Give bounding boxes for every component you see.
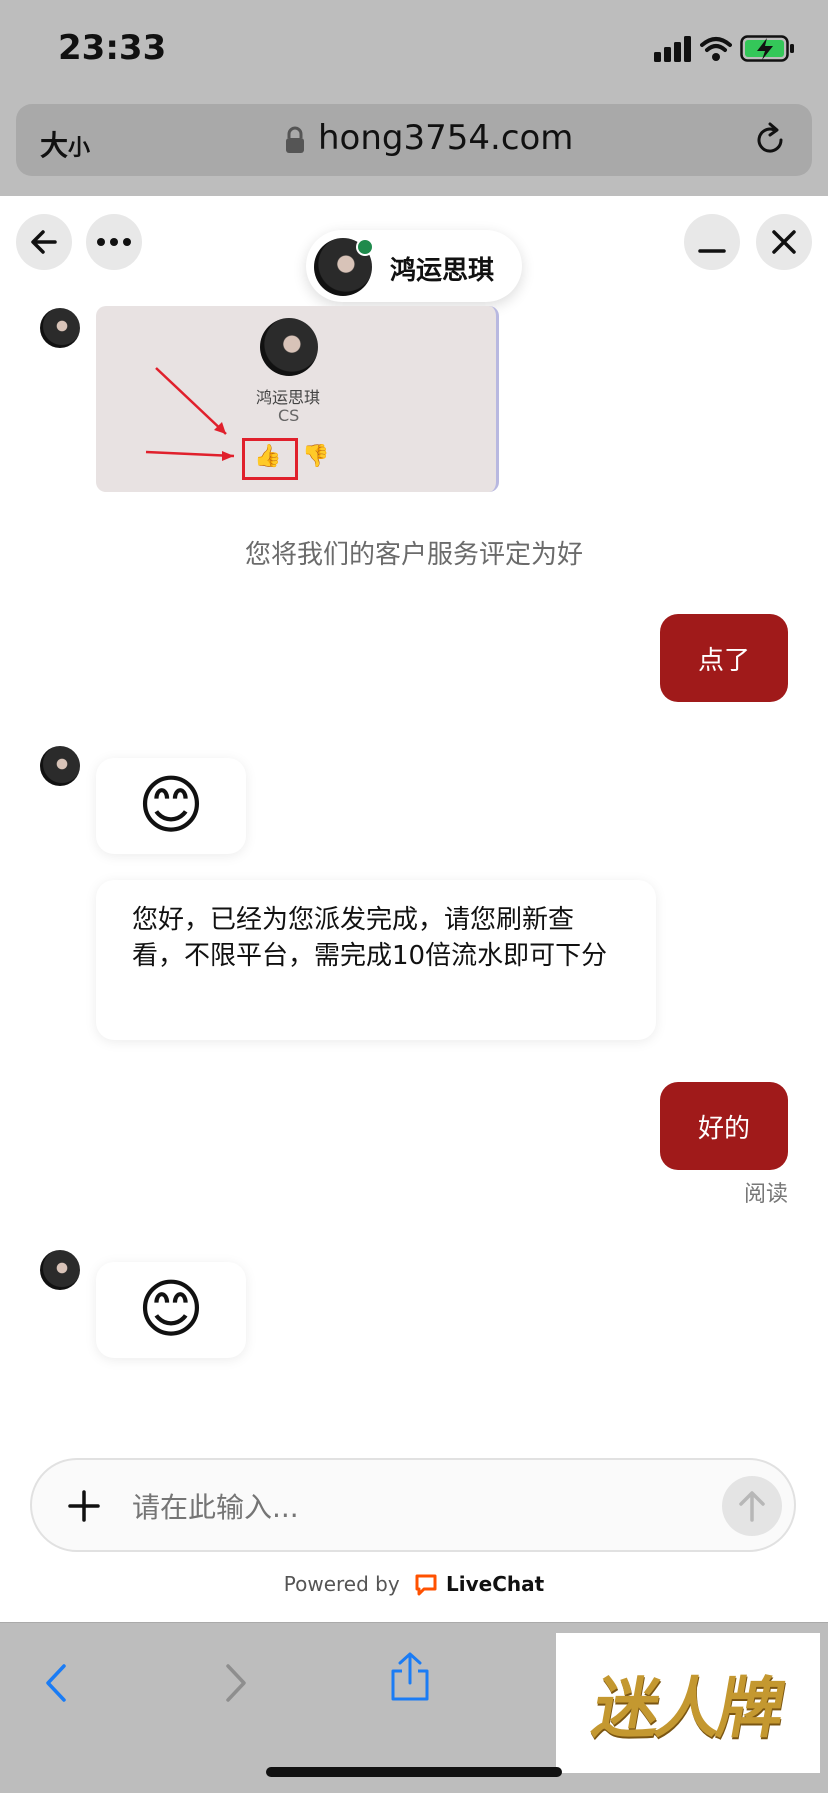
message-input[interactable] (130, 1484, 694, 1530)
outgoing-message: 好的 (660, 1082, 788, 1170)
arrow-up-icon (739, 1491, 765, 1522)
url-text[interactable]: hong3754.com (318, 118, 573, 158)
reload-icon[interactable] (750, 120, 790, 160)
wifi-icon (700, 37, 732, 61)
agent-badge[interactable]: 鸿运思琪 (306, 230, 522, 302)
livechat-logo-icon (415, 1574, 437, 1596)
chat-header: 鸿运思琪 (0, 196, 828, 302)
back-button[interactable] (16, 214, 72, 270)
incoming-emoji-message: 😊 (96, 1262, 246, 1358)
powered-by[interactable]: Powered by LiveChat (0, 1572, 828, 1597)
online-status-icon (356, 238, 374, 256)
agent-message-avatar (40, 1250, 80, 1290)
lock-icon (286, 126, 304, 153)
agent-name: 鸿运思琪 (390, 256, 495, 286)
outgoing-message: 点了 (660, 614, 788, 702)
home-indicator (266, 1767, 562, 1777)
rating-screenshot-image[interactable]: 鸿运思琪 CS 👍 👎 (96, 306, 499, 492)
livechat-brand: LiveChat (446, 1572, 545, 1596)
minimize-button[interactable] (684, 214, 740, 270)
browser-toolbar: 大小 hong3754.com (0, 100, 828, 197)
forward-chevron-icon[interactable] (224, 1663, 248, 1703)
powered-by-label: Powered by (283, 1572, 400, 1596)
ellipsis-icon (97, 238, 131, 246)
agent-message-avatar (40, 746, 80, 786)
close-icon (772, 230, 796, 254)
thumbs-up-icon: 👍 (254, 444, 282, 469)
safari-bottom-toolbar: 迷人牌 (0, 1622, 828, 1793)
read-receipt: 阅读 (743, 1182, 788, 1207)
arrow-left-icon (31, 230, 57, 254)
more-options-button[interactable] (86, 214, 142, 270)
minimize-icon (698, 249, 726, 253)
plus-icon (68, 1490, 100, 1522)
status-bar: 23:33 (0, 0, 828, 100)
watermark-logo: 迷人牌 (556, 1633, 820, 1773)
back-chevron-icon[interactable] (44, 1663, 68, 1703)
attach-button[interactable] (56, 1478, 112, 1534)
aa-small-label: 小 (68, 136, 91, 161)
incoming-text-message: 您好，已经为您派发完成，请您刷新查看，不限平台，需完成10倍流水即可下分 (96, 880, 656, 1040)
close-button[interactable] (756, 214, 812, 270)
cellular-signal-icon (654, 36, 691, 62)
rating-system-message: 您将我们的客户服务评定为好 (244, 540, 583, 570)
aa-big-label: 大 (40, 129, 69, 162)
address-bar[interactable]: 大小 hong3754.com (16, 104, 812, 176)
thumbs-down-icon: 👎 (302, 444, 330, 469)
agent-message-avatar (40, 308, 80, 348)
battery-charging-icon (740, 35, 794, 62)
reader-size-button[interactable]: 大小 (40, 124, 90, 164)
watermark-text: 迷人牌 (587, 1669, 787, 1747)
status-time: 23:33 (58, 28, 167, 68)
message-composer (30, 1458, 796, 1552)
incoming-emoji-message: 😊 (96, 758, 246, 854)
share-icon[interactable] (388, 1651, 432, 1703)
send-button[interactable] (722, 1476, 782, 1536)
